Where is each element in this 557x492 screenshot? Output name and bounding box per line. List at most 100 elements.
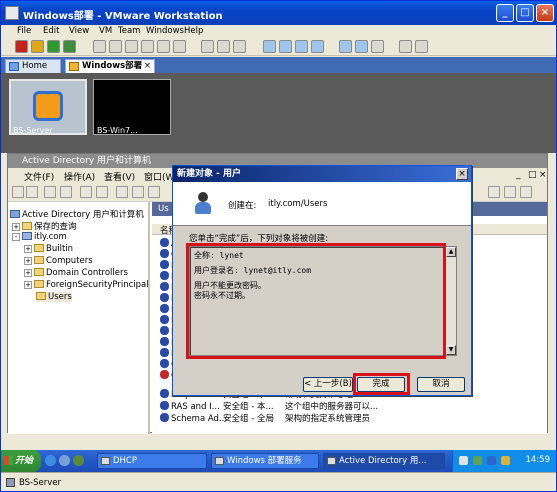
team-icon[interactable] [157,40,170,53]
snapshot-icon[interactable] [93,40,106,53]
tray-icon[interactable] [487,456,496,465]
dialog-close-button[interactable]: × [456,168,468,180]
task-active-directory[interactable]: Active Directory 用... [323,453,445,469]
cancel-button[interactable]: 取消 [417,377,465,392]
quick-switch-icon[interactable] [295,40,308,53]
back-arrow-icon[interactable] [12,186,24,198]
ad-restore-icon[interactable]: □ [528,170,537,180]
dialog-title[interactable]: 新建对象 - 用户 [173,166,471,182]
tree-saved-queries[interactable]: + 保存的查询 [12,220,77,232]
refresh-icon[interactable] [148,186,160,198]
menu-file[interactable]: File [17,26,31,36]
summary-scrollbar[interactable]: ▲ ▼ [445,247,456,355]
menu-help[interactable]: Help [184,26,203,36]
volume-tray-icon[interactable] [501,456,510,465]
folder-icon [34,256,44,264]
folder-icon [22,222,32,230]
new-user-dialog: 新建对象 - 用户 × 创建在: itly.com/Users 您单击“完成”后… [172,165,472,396]
show-tree-icon[interactable] [60,186,72,198]
expand-icon[interactable]: + [24,257,32,265]
ad-icon [327,457,336,465]
properties-icon[interactable] [132,186,144,198]
ad-minimize-icon[interactable]: _ [516,170,521,180]
clone-icon[interactable] [141,40,154,53]
tree-root[interactable]: Active Directory 用户和计算机 [10,208,144,220]
finish-highlight [353,373,410,395]
record-icon[interactable] [217,40,230,53]
capture-icon[interactable] [201,40,214,53]
ie-icon[interactable] [45,455,56,466]
replay-icon[interactable] [233,40,246,53]
console-view-icon[interactable] [339,40,352,53]
filter-icon[interactable] [520,186,532,198]
delete-icon[interactable] [116,186,128,198]
start-button[interactable]: 开始 [1,450,41,472]
tree-foreign-security[interactable]: + ForeignSecurityPrincipal [24,280,149,290]
appliance-view-icon[interactable] [355,40,368,53]
new-user-icon[interactable] [488,186,500,198]
task-wds[interactable]: Windows 部署服务 [211,453,319,469]
tree-domain-controllers[interactable]: + Domain Controllers [24,268,128,278]
close-button[interactable]: × [536,4,554,22]
menu-team[interactable]: Team [118,26,140,36]
security-tray-icon[interactable] [473,456,482,465]
tree-builtin[interactable]: + Builtin [24,244,73,254]
summary-view-icon[interactable] [311,40,324,53]
forward-arrow-icon[interactable] [26,186,38,198]
play-icon[interactable] [47,40,60,53]
group-icon [160,389,169,398]
expand-icon[interactable]: + [12,223,20,231]
fullscreen-icon[interactable] [279,40,292,53]
taskbar: 开始 DHCP Windows 部署服务 Active Directory 用.… [1,450,556,472]
sidebar-view-icon[interactable] [263,40,276,53]
power-off-icon[interactable] [15,40,28,53]
wds-icon [215,457,224,465]
ad-icon [10,210,20,218]
tab-windows-deploy[interactable]: Windows部署 × [65,59,155,73]
expand-icon[interactable]: + [24,281,32,289]
tree-users[interactable]: Users [36,292,72,302]
new-group-icon[interactable] [504,186,516,198]
up-folder-icon[interactable] [44,186,56,198]
table-row[interactable]: RAS and I... 安全组 - 本... 这个组中的服务器可以... [160,400,378,412]
scroll-up-icon[interactable]: ▲ [446,247,456,257]
thumbnail-bar-icon[interactable] [399,40,412,53]
menu-vm[interactable]: VM [99,26,112,36]
menu-edit[interactable]: Edit [43,26,59,36]
snapshot-manager-icon[interactable] [125,40,138,53]
menu-windows[interactable]: Windows [146,26,184,36]
menu-view[interactable]: View [69,26,89,36]
pause-icon[interactable] [31,40,44,53]
network-tray-icon[interactable] [459,456,468,465]
group-icon [160,238,169,247]
expand-icon[interactable]: + [24,269,32,277]
tab-home[interactable]: Home [5,59,61,73]
group-icon [160,348,169,357]
cut-icon[interactable] [80,186,92,198]
unity-icon[interactable] [371,40,384,53]
network-icon[interactable] [173,40,186,53]
tab-close-icon[interactable]: × [144,60,151,73]
back-button[interactable]: < 上一步(B) [303,377,353,392]
group-icon [160,271,169,280]
reset-icon[interactable] [63,40,76,53]
window-titlebar[interactable]: Windows部署 - VMware Workstation _ □ × [1,1,556,25]
tree-computers[interactable]: + Computers [24,256,93,266]
collapse-icon[interactable]: - [12,233,20,241]
tabs-icon[interactable] [415,40,428,53]
tree-root-label: Active Directory 用户和计算机 [22,210,144,220]
maximize-button[interactable]: □ [516,4,534,22]
create-in-value: itly.com/Users [268,199,328,209]
revert-snapshot-icon[interactable] [109,40,122,53]
task-dhcp[interactable]: DHCP [97,453,207,469]
table-row[interactable]: Schema Ad...安全组 - 全局 架构的指定系统管理员 [160,412,370,424]
scroll-down-icon[interactable]: ▼ [446,345,456,355]
expand-icon[interactable]: + [24,245,32,253]
explorer-icon[interactable] [73,455,84,466]
show-desktop-icon[interactable] [59,455,70,466]
group-icon [160,326,169,335]
copy-icon[interactable] [96,186,108,198]
tree-domain[interactable]: - itly.com [12,232,67,242]
ad-close-icon[interactable]: × [539,170,547,180]
minimize-button[interactable]: _ [496,4,514,22]
